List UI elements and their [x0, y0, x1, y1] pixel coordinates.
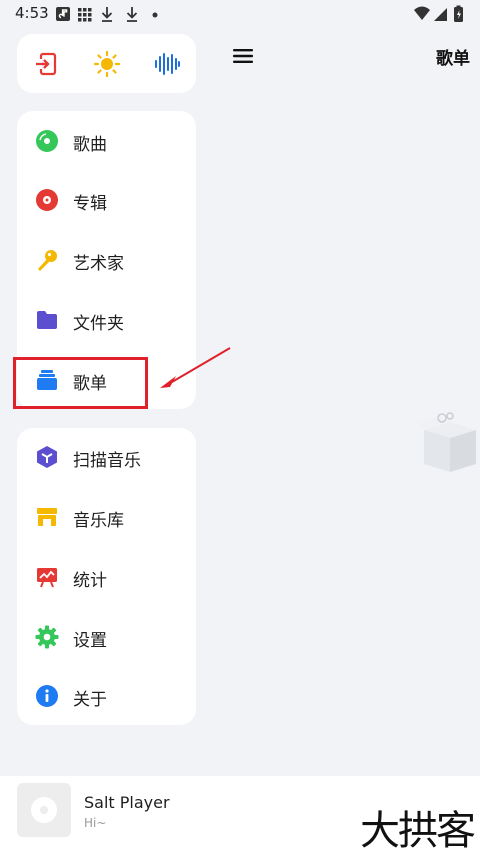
- page-title: 歌单: [436, 49, 470, 69]
- status-bar: 4:53: [0, 0, 480, 28]
- nav-label: 统计: [73, 571, 107, 591]
- nav-label: 设置: [73, 631, 107, 651]
- nav-label: 专辑: [73, 194, 107, 214]
- waveform-icon[interactable]: [153, 50, 181, 78]
- dot-icon: [152, 12, 158, 18]
- battery-icon: [454, 5, 463, 22]
- status-system-icons: [414, 5, 463, 22]
- sun-icon[interactable]: [93, 50, 121, 78]
- microphone-icon: [38, 250, 57, 271]
- nav-item-about[interactable]: 关于: [17, 674, 196, 718]
- nav-label: 艺术家: [73, 254, 124, 274]
- stats-board-icon: [37, 568, 57, 588]
- nav-item-songs[interactable]: 歌曲: [17, 119, 196, 163]
- info-icon: [36, 685, 58, 707]
- nav-item-music-library[interactable]: 音乐库: [17, 495, 196, 539]
- status-time: 4:53: [15, 4, 49, 22]
- hamburger-menu-icon[interactable]: [231, 44, 257, 68]
- quick-actions-card: [17, 34, 196, 93]
- nav-label: 文件夹: [73, 314, 124, 334]
- download-icon: [126, 7, 138, 22]
- wifi-icon: [414, 6, 430, 20]
- annotation-highlight-box: [13, 357, 148, 409]
- store-icon: [37, 508, 57, 526]
- nav-label: 关于: [73, 690, 107, 710]
- download-icon: [101, 7, 113, 22]
- scan-cube-icon: [37, 446, 57, 468]
- nav-item-albums[interactable]: 专辑: [17, 178, 196, 222]
- player-song-title: Salt Player: [84, 793, 170, 812]
- tools-nav-card: 扫描音乐 音乐库 统计 设置 关于: [17, 428, 196, 725]
- mini-player[interactable]: Salt Player Hi~ 大拱客: [0, 776, 480, 854]
- disc-placeholder-icon: [31, 797, 57, 823]
- nav-label: 歌曲: [73, 135, 107, 155]
- player-song-subtitle: Hi~: [84, 816, 107, 830]
- song-disc-icon: [36, 130, 58, 152]
- empty-box-icon: [416, 412, 476, 472]
- nav-item-folders[interactable]: 文件夹: [17, 298, 196, 342]
- nav-item-scan-music[interactable]: 扫描音乐: [17, 435, 196, 479]
- nav-label: 扫描音乐: [73, 451, 141, 471]
- annotation-arrow-icon: [160, 347, 231, 388]
- status-notification-icons: [56, 7, 158, 22]
- nav-item-settings[interactable]: 设置: [17, 615, 196, 659]
- grid-icon: [78, 8, 92, 22]
- album-art[interactable]: [17, 783, 71, 837]
- album-icon: [36, 189, 58, 211]
- watermark: 大拱客: [360, 808, 476, 854]
- folder-icon: [37, 311, 57, 329]
- signal-icon: [434, 8, 447, 21]
- music-app-icon: [56, 7, 70, 21]
- gear-icon: [35, 625, 59, 649]
- nav-item-artists[interactable]: 艺术家: [17, 238, 196, 282]
- exit-icon[interactable]: [33, 50, 61, 78]
- nav-label: 音乐库: [73, 511, 124, 531]
- nav-item-statistics[interactable]: 统计: [17, 555, 196, 599]
